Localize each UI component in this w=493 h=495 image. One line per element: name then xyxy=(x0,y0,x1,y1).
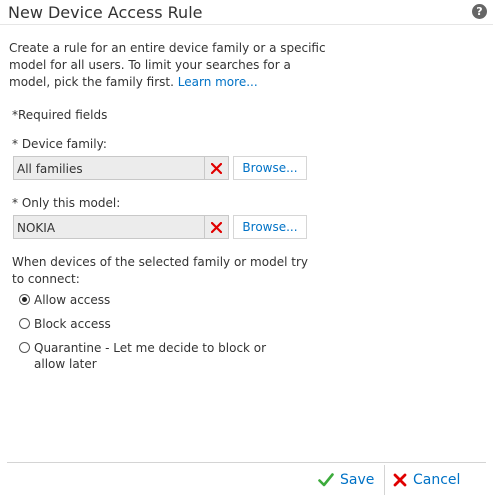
browse-model-button[interactable]: Browse... xyxy=(233,215,307,239)
device-family-label: * Device family: xyxy=(12,137,107,151)
save-button[interactable]: Save xyxy=(318,472,374,488)
radio-quarantine[interactable]: Quarantine - Let me decide to block or a… xyxy=(19,340,274,372)
browse-family-button[interactable]: Browse... xyxy=(233,156,307,180)
model-label: * Only this model: xyxy=(12,196,121,210)
close-icon xyxy=(211,162,222,174)
close-icon xyxy=(393,473,407,487)
clear-device-family-button[interactable] xyxy=(205,156,229,180)
radio-button[interactable] xyxy=(19,342,30,353)
connect-prompt: When devices of the selected family or m… xyxy=(12,255,308,286)
radio-allow-access[interactable]: Allow access xyxy=(19,292,110,308)
radio-button-checked[interactable] xyxy=(19,294,30,305)
radio-label: Block access xyxy=(34,317,111,331)
cancel-button[interactable]: Cancel xyxy=(393,472,460,488)
radio-block-access[interactable]: Block access xyxy=(19,316,111,332)
learn-more-link[interactable]: Learn more... xyxy=(178,75,258,89)
radio-button[interactable] xyxy=(19,318,30,329)
save-label: Save xyxy=(340,472,375,488)
required-note: *Required fields xyxy=(12,108,108,122)
model-value: NOKIA xyxy=(17,221,56,235)
close-icon xyxy=(211,221,222,233)
title-divider xyxy=(0,24,493,25)
footer-button-divider xyxy=(384,465,385,495)
checkmark-icon xyxy=(318,473,334,487)
help-icon[interactable]: ? xyxy=(472,4,487,19)
description: Create a rule for an entire device famil… xyxy=(9,40,329,91)
description-text: Create a rule for an entire device famil… xyxy=(9,41,326,89)
radio-label: Allow access xyxy=(34,293,111,307)
device-family-field[interactable]: All families xyxy=(13,156,205,180)
footer-divider xyxy=(7,462,486,463)
device-family-value: All families xyxy=(17,162,83,176)
clear-model-button[interactable] xyxy=(205,215,229,239)
radio-label: Quarantine - Let me decide to block or a… xyxy=(34,341,267,371)
model-field[interactable]: NOKIA xyxy=(13,215,205,239)
dialog-title: New Device Access Rule xyxy=(8,3,203,22)
cancel-label: Cancel xyxy=(413,472,461,488)
